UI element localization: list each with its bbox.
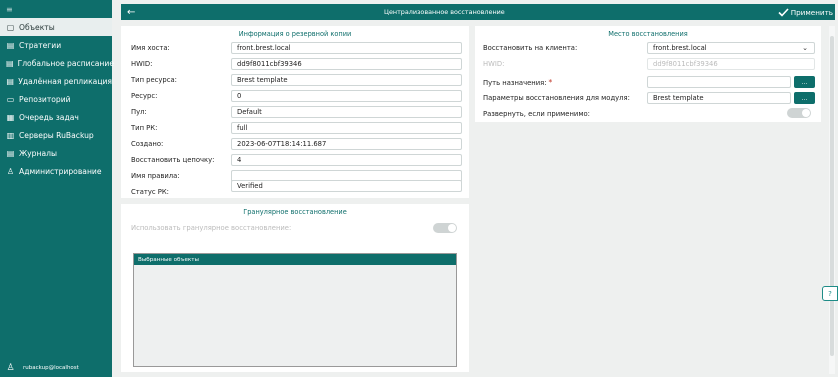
expand-toggle[interactable] <box>787 108 811 118</box>
sidebar: ≡ ▢ Объекты ▤ Стратегии ▤ Глобальное рас… <box>0 0 115 377</box>
server-icon: ▥ <box>6 130 15 140</box>
restore-chain-field: 4 <box>231 154 462 166</box>
calendar-icon: ▤ <box>6 58 14 68</box>
sidebar-item-task-queue[interactable]: ▦ Очередь задач <box>0 108 112 126</box>
help-icon[interactable]: ? <box>822 286 838 301</box>
granular-toggle[interactable] <box>433 223 457 233</box>
sidebar-item-logs[interactable]: ▤ Журналы <box>0 144 112 162</box>
sidebar-item-label: Глобальное расписание <box>17 58 115 68</box>
sidebar-item-objects[interactable]: ▢ Объекты <box>0 18 112 36</box>
sidebar-item-global-schedule[interactable]: ▤ Глобальное расписание <box>0 54 115 72</box>
user-name: rubackup@localhost <box>23 365 79 371</box>
client-hwid-field: dd9f8011cbf39346 <box>647 58 815 70</box>
status-field: Verified <box>231 180 462 192</box>
sidebar-item-label: Стратегии <box>19 40 62 50</box>
calendar-icon: ▤ <box>6 76 14 86</box>
sidebar-item-remote-replication[interactable]: ▤ Удалённая репликация <box>0 72 112 90</box>
header-bar: ← Централизованное восстановление Примен… <box>121 4 835 20</box>
selected-objects-box: Выбранные объекты <box>133 253 457 367</box>
menu-icon[interactable]: ≡ <box>0 0 112 18</box>
monitor-icon: ▭ <box>6 94 15 104</box>
pool-field: Default <box>231 106 462 118</box>
module-params-button[interactable]: ... <box>794 92 815 104</box>
field-label: Ресурс: <box>131 92 158 100</box>
sidebar-item-label: Журналы <box>19 148 57 158</box>
check-icon <box>778 7 789 17</box>
sidebar-item-repository[interactable]: ▭ Репозиторий <box>0 90 112 108</box>
log-icon: ▤ <box>6 148 15 158</box>
restore-place-panel: Место восстановления Восстановить на кли… <box>475 26 821 122</box>
client-value: front.brest.local <box>653 44 707 52</box>
field-label: Статус РК: <box>131 188 169 196</box>
sidebar-item-administration[interactable]: ♙ Администрирование <box>0 162 112 180</box>
sidebar-item-strategies[interactable]: ▤ Стратегии <box>0 36 112 54</box>
resource-field: 0 <box>231 90 462 102</box>
sidebar-item-label: Очередь задач <box>19 112 79 122</box>
client-select[interactable]: front.brest.local ⌄ <box>647 42 815 54</box>
apply-button[interactable]: Применить <box>778 8 835 17</box>
user-icon: ♙ <box>6 166 15 176</box>
module-params-field: Brest template <box>647 92 791 104</box>
field-label: Параметры восстановления для модуля: <box>483 94 630 102</box>
back-arrow-icon[interactable]: ← <box>127 7 141 18</box>
destination-path-input[interactable] <box>647 76 791 88</box>
field-label: Восстановить цепочку: <box>131 156 215 164</box>
sidebar-item-label: Удалённая репликация <box>18 76 112 86</box>
field-label: Имя правила: <box>131 172 180 180</box>
sidebar-item-servers[interactable]: ▥ Серверы RuBackup <box>0 126 112 144</box>
field-label: HWID: <box>131 60 153 68</box>
selected-objects-header: Выбранные объекты <box>134 254 456 265</box>
browse-destination-button[interactable]: ... <box>794 76 815 88</box>
field-label: Восстановить на клиента: <box>483 44 578 52</box>
hwid-field: dd9f8011cbf39346 <box>231 58 462 70</box>
backup-type-field: full <box>231 122 462 134</box>
sidebar-item-label: Репозиторий <box>19 94 71 104</box>
field-label: HWID: <box>483 60 505 68</box>
user-icon: ♙ <box>6 363 15 373</box>
field-label: Тип ресурса: <box>131 76 177 84</box>
sidebar-item-label: Серверы RuBackup <box>19 130 94 140</box>
field-label: Создано: <box>131 140 164 148</box>
resource-type-field: Brest template <box>231 74 462 86</box>
scrollbar-thumb[interactable] <box>830 36 834 356</box>
page-title: Централизованное восстановление <box>384 8 505 16</box>
created-field: 2023-06-07T18:14:11.687 <box>231 138 462 150</box>
field-label: Использовать гранулярное восстановление: <box>131 224 292 232</box>
required-mark: * <box>548 78 553 87</box>
backup-info-panel: Информация о резервной копии Имя хоста: … <box>121 26 469 198</box>
field-label: Тип РК: <box>131 124 158 132</box>
panel-title: Место восстановления <box>608 30 688 38</box>
panel-title: Гранулярное восстановление <box>243 208 347 216</box>
scrollbar[interactable] <box>829 26 835 374</box>
field-label: Путь назначения: <box>483 78 547 87</box>
field-label: Развернуть, если применимо: <box>483 110 590 118</box>
field-label: Имя хоста: <box>131 44 170 52</box>
hostname-field: front.brest.local <box>231 42 462 54</box>
calendar-icon: ▤ <box>6 40 15 50</box>
list-icon: ▦ <box>6 112 15 122</box>
panel-title: Информация о резервной копии <box>238 30 352 38</box>
apply-label: Применить <box>790 7 833 17</box>
user-account[interactable]: ♙ rubackup@localhost <box>6 363 79 373</box>
sidebar-item-label: Администрирование <box>19 166 102 176</box>
chevron-down-icon: ⌄ <box>802 44 808 52</box>
window-icon: ▢ <box>6 22 15 32</box>
field-label: Пул: <box>131 108 147 116</box>
sidebar-item-label: Объекты <box>19 22 55 32</box>
